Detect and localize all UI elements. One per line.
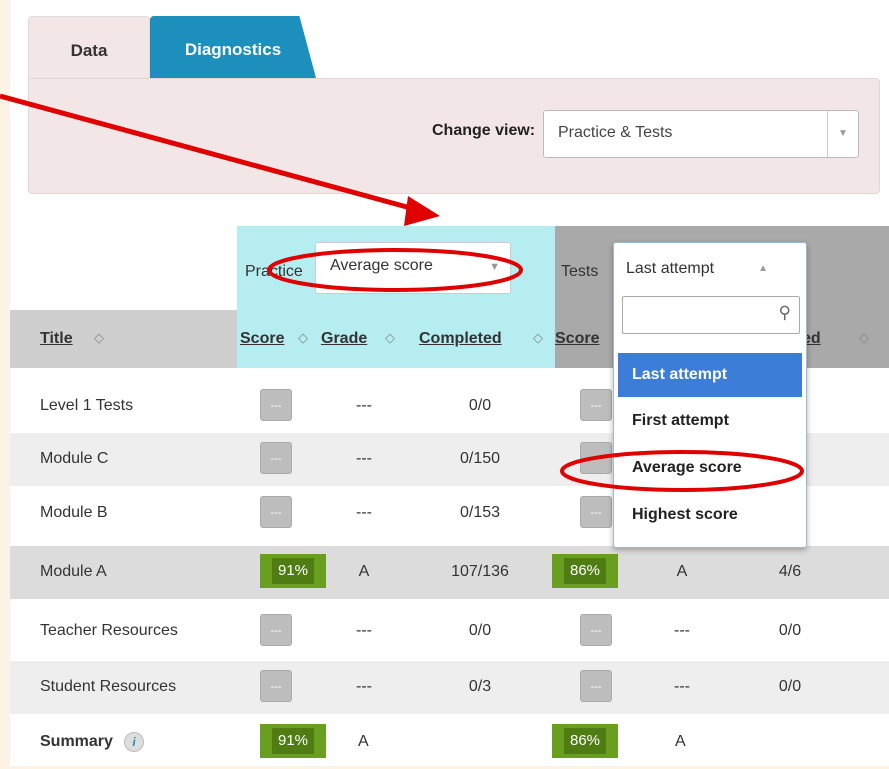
practice-score-value: 91%: [271, 558, 315, 584]
tests-completed: 0/0: [778, 678, 802, 695]
tests-score-empty: ---: [580, 389, 612, 421]
tests-score-empty: ---: [580, 614, 612, 646]
tests-completed: 0/0: [778, 622, 802, 639]
tests-grade: ---: [674, 622, 690, 639]
tests-score-badge: 86%: [552, 554, 618, 588]
sort-icon[interactable]: ◇: [859, 330, 869, 346]
practice-grade: A: [358, 563, 370, 580]
practice-column-headers: Score ◇ Grade ◇ Completed ◇: [237, 310, 555, 368]
summary-practice-grade: A: [358, 733, 369, 750]
practice-completed: 0/150: [459, 450, 501, 467]
practice-grade: ---: [356, 678, 372, 695]
tests-score-empty: ---: [580, 442, 612, 474]
practice-grade: ---: [356, 450, 372, 467]
practice-score-empty: ---: [260, 670, 292, 702]
practice-score-empty: ---: [260, 614, 292, 646]
practice-score-badge: 91%: [260, 554, 326, 588]
info-icon[interactable]: i: [124, 732, 144, 752]
dropdown-option-last-attempt[interactable]: Last attempt: [618, 353, 802, 397]
tests-completed: 4/6: [778, 563, 802, 580]
table-row: Teacher Resources --- --- 0/0 --- --- 0/0: [10, 605, 889, 658]
sort-icon[interactable]: ◇: [533, 330, 543, 346]
summary-tests-grade: A: [675, 733, 686, 750]
summary-title: Summary: [40, 733, 113, 750]
practice-completed: 107/136: [451, 563, 509, 580]
row-title[interactable]: Module B: [40, 504, 108, 522]
dropdown-option-average-score[interactable]: Average score: [618, 446, 802, 490]
practice-completed: 0/0: [468, 397, 492, 414]
practice-label: Practice: [245, 263, 303, 280]
summary-practice-score-value: 91%: [271, 728, 315, 754]
tests-attempt-dropdown[interactable]: Last attempt ▲ ⚲ Last attempt First atte…: [613, 242, 807, 548]
view-bar: Change view: Practice & Tests ▼: [28, 78, 880, 194]
row-title[interactable]: Module A: [40, 563, 107, 581]
title-sort-link[interactable]: Title: [40, 330, 73, 348]
row-title[interactable]: Student Resources: [40, 678, 176, 696]
tests-score-empty: ---: [580, 670, 612, 702]
tab-data[interactable]: Data: [28, 16, 150, 78]
chevron-up-icon: ▲: [758, 263, 768, 274]
row-title[interactable]: Module C: [40, 450, 108, 468]
change-view-label: Change view:: [432, 122, 536, 139]
practice-score-select[interactable]: Average score ▼: [315, 242, 511, 294]
change-view-select[interactable]: Practice & Tests ▼: [543, 110, 859, 158]
tests-select-value[interactable]: Last attempt: [626, 260, 714, 278]
row-title[interactable]: Level 1 Tests: [40, 397, 133, 415]
dropdown-option-highest-score[interactable]: Highest score: [618, 493, 802, 537]
tests-score-empty: ---: [580, 496, 612, 528]
practice-completed: 0/3: [468, 678, 492, 695]
practice-grade: ---: [356, 504, 372, 521]
tests-score-value: 86%: [563, 558, 607, 584]
change-view-value: Practice & Tests: [558, 124, 673, 141]
table-row: Student Resources --- --- 0/3 --- --- 0/0: [10, 661, 889, 714]
table-row: Module A 91% A 107/136 86% A 4/6: [10, 546, 889, 599]
row-title[interactable]: Teacher Resources: [40, 622, 178, 640]
practice-select-value: Average score: [330, 257, 433, 274]
tests-grade: A: [676, 563, 688, 580]
title-column-header[interactable]: Title ◇: [10, 310, 237, 368]
chevron-down-icon: ▼: [827, 111, 858, 157]
tab-diagnostics[interactable]: Diagnostics: [150, 16, 316, 78]
dropdown-option-first-attempt[interactable]: First attempt: [618, 399, 802, 443]
sort-icon[interactable]: ◇: [94, 330, 104, 346]
tests-label: Tests: [561, 263, 599, 280]
practice-score-empty: ---: [260, 389, 292, 421]
practice-completed: 0/153: [459, 504, 501, 521]
summary-tests-score-value: 86%: [563, 728, 607, 754]
summary-tests-score: 86%: [552, 724, 618, 758]
practice-score-empty: ---: [260, 442, 292, 474]
sort-icon[interactable]: ◇: [385, 330, 395, 346]
practice-score-empty: ---: [260, 496, 292, 528]
practice-grade: ---: [356, 397, 372, 414]
search-icon: ⚲: [778, 303, 791, 322]
practice-score-sort-link[interactable]: Score: [240, 330, 284, 348]
practice-group-header: Practice Average score ▼: [237, 226, 555, 310]
sort-icon[interactable]: ◇: [298, 330, 308, 346]
tests-score-sort-link[interactable]: Score: [555, 330, 599, 348]
practice-grade: ---: [356, 622, 372, 639]
summary-practice-score: 91%: [260, 724, 326, 758]
summary-row: Summary i 91% A 86% A: [10, 716, 889, 769]
completed-sort-link[interactable]: Completed: [419, 330, 502, 348]
tests-grade: ---: [674, 678, 690, 695]
dropdown-search-input[interactable]: ⚲: [622, 296, 800, 334]
practice-completed: 0/0: [468, 622, 492, 639]
grade-sort-link[interactable]: Grade: [321, 330, 367, 348]
chevron-down-icon: ▼: [489, 261, 500, 273]
